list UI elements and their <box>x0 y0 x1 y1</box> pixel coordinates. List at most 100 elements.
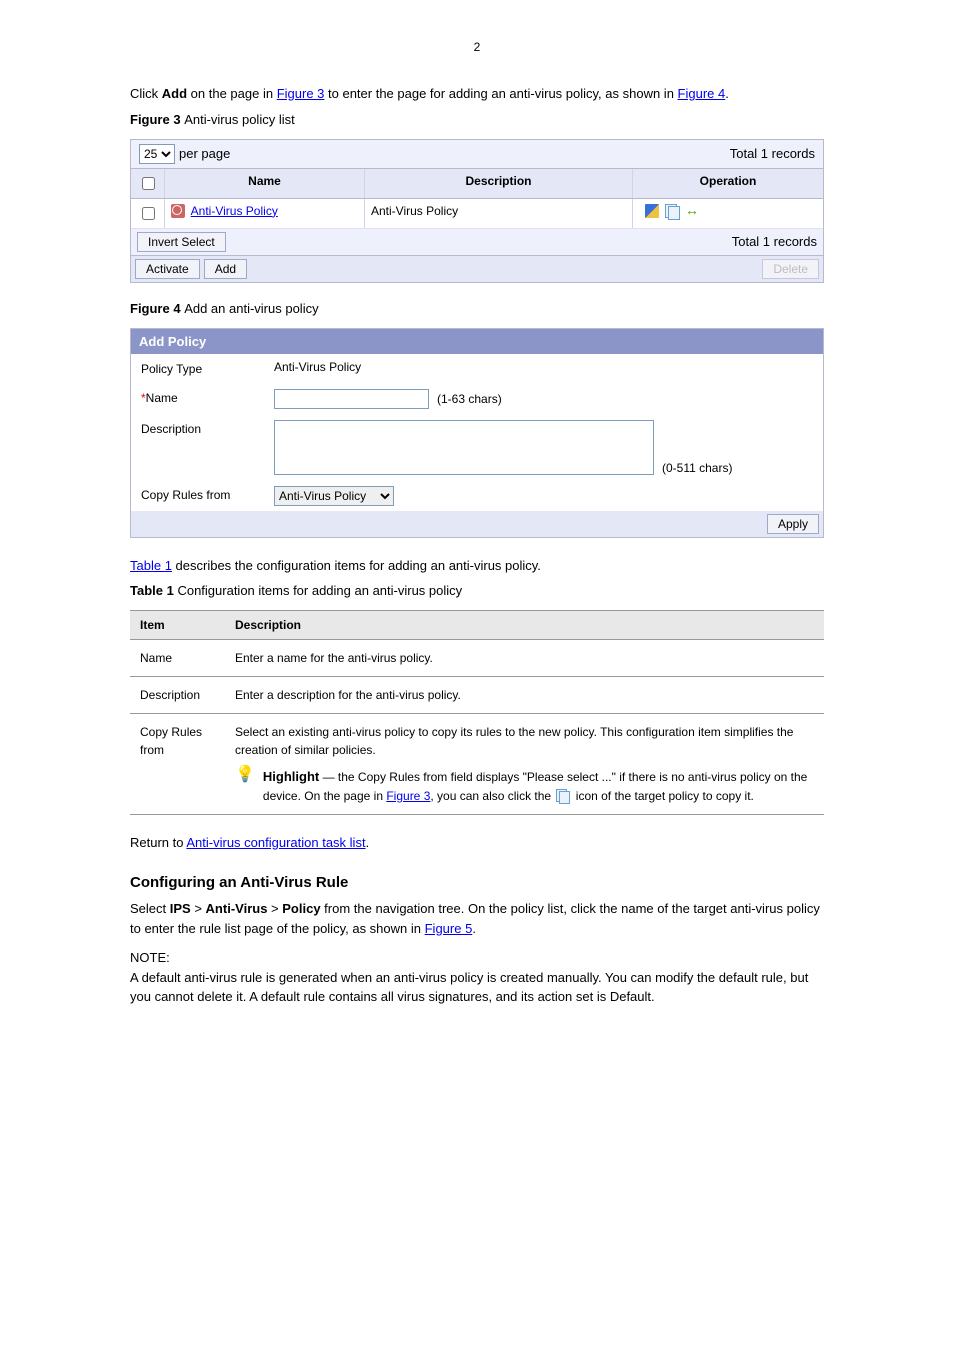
policy-type-label: Policy Type <box>131 355 266 383</box>
policy-icon <box>171 204 185 218</box>
name-input[interactable] <box>274 389 429 409</box>
conf-r2-item: Description <box>130 677 225 714</box>
table1-link[interactable]: Table 1 <box>130 558 172 573</box>
description-textarea[interactable] <box>274 420 654 475</box>
table-row: Description Enter a description for the … <box>130 677 824 714</box>
table-header-row: Name Description Operation <box>131 169 823 199</box>
section-title: Configuring an Anti-Virus Rule <box>130 874 824 891</box>
add-policy-header: Add Policy <box>131 329 823 354</box>
figure3-link-inline[interactable]: Figure 3 <box>386 789 430 803</box>
conf-r1-desc: Enter a name for the anti-virus policy. <box>225 640 824 677</box>
conf-r3-line1: Select an existing anti-virus policy to … <box>235 723 814 759</box>
copy-rules-select[interactable]: Anti-Virus Policy <box>274 486 394 506</box>
add-word: Add <box>162 86 187 101</box>
copy-icon <box>556 789 570 803</box>
policy-type-value: Anti-Virus Policy <box>266 355 823 379</box>
return-link[interactable]: Anti-virus configuration task list <box>186 835 365 850</box>
rule-p1e: > <box>267 901 282 916</box>
figure4-caption: Figure 4 Add an anti-virus policy <box>130 301 824 316</box>
copy-rules-row: Copy Rules from Anti-Virus Policy <box>131 480 823 511</box>
rule-p1c: > <box>191 901 206 916</box>
conf-r2-desc: Enter a description for the anti-virus p… <box>225 677 824 714</box>
name-label: *Name <box>131 384 266 412</box>
perpage-select[interactable]: 25 <box>139 144 175 164</box>
intro-text-b: on the page in <box>187 86 277 101</box>
intro-text-c: to enter the page for adding an anti-vir… <box>324 86 677 101</box>
action-bar: Activate Add Delete <box>131 256 823 282</box>
policy-type-row: Policy Type Anti-Virus Policy <box>131 354 823 383</box>
return-end: . <box>366 835 370 850</box>
table1-caption: Table 1 Configuration items for adding a… <box>130 583 824 598</box>
activate-button[interactable]: Activate <box>135 259 200 279</box>
description-label: Description <box>131 415 266 443</box>
figure3-caption-text: Anti-virus policy list <box>184 112 295 127</box>
rule-av: Anti-Virus <box>206 901 268 916</box>
config-table: Item Description Name Enter a name for t… <box>130 610 824 815</box>
table1-intro-rest: describes the configuration items for ad… <box>172 558 541 573</box>
figure5-link[interactable]: Figure 5 <box>425 921 473 936</box>
note-block: NOTE: A default anti-virus rule is gener… <box>130 948 824 1007</box>
description-hint: (0-511 chars) <box>662 461 732 475</box>
table1-caption-text: Configuration items for adding an anti-v… <box>177 583 462 598</box>
table1-intro: Table 1 describes the configuration item… <box>130 556 824 576</box>
table-row: Name Enter a name for the anti-virus pol… <box>130 640 824 677</box>
conf-r3-desc: Select an existing anti-virus policy to … <box>225 714 824 815</box>
copy-rules-label: Copy Rules from <box>131 481 266 509</box>
intro-paragraph: Click Add on the page in Figure 3 to ent… <box>130 84 824 104</box>
return-footnote: Return to Anti-virus configuration task … <box>130 833 824 853</box>
apply-bar: Apply <box>131 511 823 537</box>
highlight-line-c: icon of the target policy to copy it. <box>576 789 754 803</box>
edit-icon[interactable] <box>645 204 659 218</box>
figure4-link[interactable]: Figure 4 <box>678 86 726 101</box>
list-toolbar: 25 per page Total 1 records <box>131 140 823 169</box>
row-name-cell: Anti-Virus Policy <box>165 199 365 228</box>
figure4-box: Add Policy Policy Type Anti-Virus Policy… <box>130 328 824 538</box>
table-row: Anti-Virus Policy Anti-Virus Policy <box>131 199 823 229</box>
table-row: Copy Rules from Select an existing anti-… <box>130 714 824 815</box>
invert-row: Invert Select Total 1 records <box>131 229 823 256</box>
note-label: NOTE: <box>130 948 824 968</box>
bulb-icon <box>235 767 255 783</box>
apply-button[interactable]: Apply <box>767 514 819 534</box>
conf-r1-item: Name <box>130 640 225 677</box>
intro-text-end: . <box>725 86 729 101</box>
name-row: *Name (1-63 chars) <box>131 383 823 414</box>
name-hint: (1-63 chars) <box>437 392 502 406</box>
highlight-box: Highlight — the Copy Rules from field di… <box>235 767 814 805</box>
total-records-bottom: Total 1 records <box>732 234 817 249</box>
figure3-caption-prefix: Figure 3 <box>130 112 184 127</box>
total-records-top: Total 1 records <box>730 146 815 161</box>
conf-r3-item: Copy Rules from <box>130 714 225 815</box>
row-checkbox[interactable] <box>142 207 155 220</box>
delete-button[interactable]: Delete <box>762 259 819 279</box>
figure3-link[interactable]: Figure 3 <box>277 86 325 101</box>
move-icon[interactable] <box>685 204 699 218</box>
row-checkbox-cell <box>131 199 165 228</box>
highlight-label: Highlight <box>263 769 319 784</box>
invert-select-button[interactable]: Invert Select <box>137 232 226 252</box>
perpage-group: 25 per page <box>139 144 230 164</box>
description-header: Description <box>365 169 633 198</box>
row-op-cell <box>633 199 823 228</box>
rule-policy: Policy <box>282 901 320 916</box>
conf-th-item: Item <box>130 611 225 640</box>
table1-caption-prefix: Table 1 <box>130 583 177 598</box>
add-button[interactable]: Add <box>204 259 247 279</box>
perpage-label: per page <box>179 146 230 161</box>
checkbox-header <box>131 169 165 198</box>
rule-ips: IPS <box>170 901 191 916</box>
figure4-caption-text: Add an anti-virus policy <box>184 301 318 316</box>
description-row: Description (0-511 chars) <box>131 414 823 480</box>
figure4-caption-prefix: Figure 4 <box>130 301 184 316</box>
rule-p1a: Select <box>130 901 170 916</box>
rule-p1-end: . <box>472 921 476 936</box>
highlight-line-b: , you can also click the <box>430 789 554 803</box>
intro-text-a: Click <box>130 86 162 101</box>
operation-header: Operation <box>633 169 823 198</box>
policy-name-link[interactable]: Anti-Virus Policy <box>191 204 278 218</box>
return-prefix: Return to <box>130 835 186 850</box>
figure3-box: 25 per page Total 1 records Name Descrip… <box>130 139 824 283</box>
select-all-checkbox[interactable] <box>142 177 155 190</box>
copy-icon[interactable] <box>665 204 679 218</box>
name-header: Name <box>165 169 365 198</box>
